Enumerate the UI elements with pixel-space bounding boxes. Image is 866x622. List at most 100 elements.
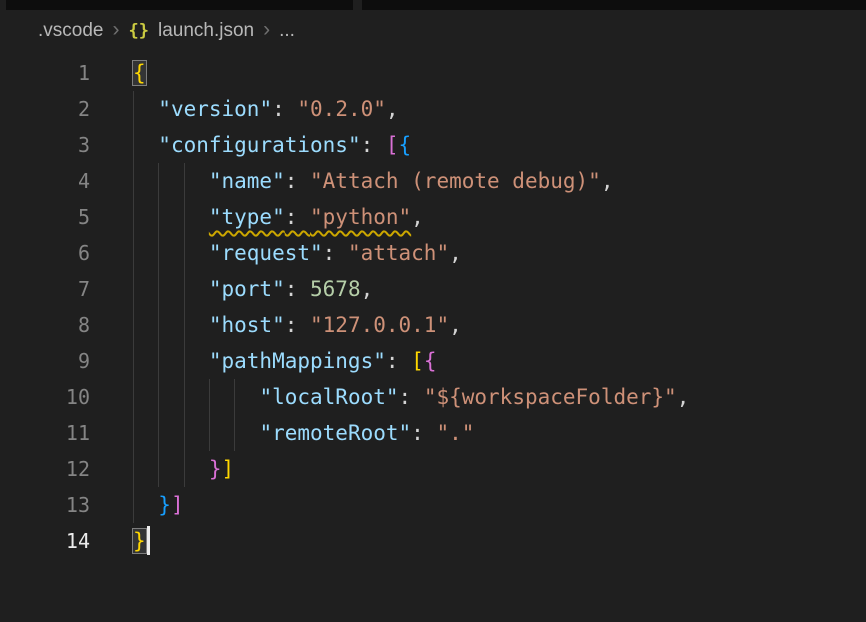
code-token: "configurations" — [158, 133, 360, 157]
breadcrumb-folder[interactable]: .vscode — [38, 20, 103, 42]
code-token: , — [601, 169, 614, 193]
code-token: [ — [411, 349, 424, 373]
code-area[interactable]: 1{2 "version": "0.2.0",3 "configurations… — [0, 55, 866, 559]
indent-guide — [158, 307, 159, 343]
code-line[interactable]: 3 "configurations": [{ — [0, 127, 866, 163]
code-token — [133, 349, 209, 373]
indent-guide — [158, 235, 159, 271]
code-line[interactable]: 1{ — [0, 55, 866, 91]
code-token: 5678 — [310, 277, 361, 301]
indent-guide — [133, 235, 134, 271]
indent-guide — [158, 199, 159, 235]
code-token: , — [386, 97, 399, 121]
indent-guide — [184, 343, 185, 379]
code-token: : — [411, 421, 436, 445]
breadcrumb: .vscode › {} launch.json › ... — [0, 10, 866, 52]
code-token: "pathMappings" — [209, 349, 386, 373]
indent-guide — [184, 271, 185, 307]
code-line[interactable]: 9 "pathMappings": [{ — [0, 343, 866, 379]
breadcrumb-file[interactable]: launch.json — [158, 20, 254, 42]
tab-bar-edge — [0, 0, 866, 10]
code-token: ] — [171, 493, 184, 517]
code-token: : — [386, 349, 411, 373]
indent-guide — [184, 199, 185, 235]
indent-guide — [133, 451, 134, 487]
indent-guide — [184, 379, 185, 415]
code-line[interactable]: 5 "type": "python", — [0, 199, 866, 235]
code-token — [133, 169, 209, 193]
code-token: : — [323, 241, 348, 265]
code-token: "request" — [209, 241, 323, 265]
code-token: "localRoot" — [259, 385, 398, 409]
code-token: "version" — [158, 97, 272, 121]
code-token — [133, 277, 209, 301]
tab-edge-left — [6, 0, 353, 10]
code-token: : — [361, 133, 386, 157]
indent-guide — [133, 271, 134, 307]
code-token: "port" — [209, 277, 285, 301]
code-token: "." — [436, 421, 474, 445]
code-token: : — [272, 97, 297, 121]
line-number[interactable]: 9 — [0, 343, 90, 379]
line-number[interactable]: 13 — [0, 487, 90, 523]
code-token — [133, 385, 259, 409]
code-line[interactable]: 10 "localRoot": "${workspaceFolder}", — [0, 379, 866, 415]
code-token — [133, 97, 158, 121]
breadcrumb-symbol-path[interactable]: ... — [279, 20, 295, 42]
code-line[interactable]: 11 "remoteRoot": "." — [0, 415, 866, 451]
code-token: } — [158, 493, 171, 517]
code-token — [133, 457, 209, 481]
indent-guide — [158, 379, 159, 415]
code-token: , — [361, 277, 374, 301]
line-number[interactable]: 6 — [0, 235, 90, 271]
code-line[interactable]: 7 "port": 5678, — [0, 271, 866, 307]
line-number[interactable]: 2 — [0, 91, 90, 127]
indent-guide — [133, 343, 134, 379]
code-line[interactable]: 12 }] — [0, 451, 866, 487]
line-number[interactable]: 12 — [0, 451, 90, 487]
code-token: "127.0.0.1" — [310, 313, 449, 337]
code-token: : — [285, 313, 310, 337]
line-number[interactable]: 3 — [0, 127, 90, 163]
line-number[interactable]: 8 — [0, 307, 90, 343]
code-token: "type" — [209, 205, 285, 229]
code-token: , — [411, 205, 424, 229]
code-token: } — [209, 457, 222, 481]
code-line[interactable]: 8 "host": "127.0.0.1", — [0, 307, 866, 343]
code-line[interactable]: 6 "request": "attach", — [0, 235, 866, 271]
indent-guide — [133, 163, 134, 199]
code-line[interactable]: 4 "name": "Attach (remote debug)", — [0, 163, 866, 199]
line-number[interactable]: 5 — [0, 199, 90, 235]
line-number[interactable]: 11 — [0, 415, 90, 451]
tab-edge-right — [362, 0, 866, 10]
indent-guide — [133, 127, 134, 163]
code-token: "Attach (remote debug)" — [310, 169, 601, 193]
code-token: { — [424, 349, 437, 373]
line-number[interactable]: 7 — [0, 271, 90, 307]
vscode-editor-window: { "breadcrumb": { "folder": ".vscode", "… — [0, 0, 866, 622]
code-token: ] — [222, 457, 235, 481]
chevron-right-icon: › — [263, 19, 270, 40]
line-number[interactable]: 4 — [0, 163, 90, 199]
code-token: [ — [386, 133, 399, 157]
line-number[interactable]: 1 — [0, 55, 90, 91]
code-token — [133, 493, 158, 517]
code-line[interactable]: 14} — [0, 523, 866, 559]
code-token — [133, 241, 209, 265]
indent-guide — [133, 307, 134, 343]
indent-guide — [184, 163, 185, 199]
code-token: , — [677, 385, 690, 409]
chevron-right-icon: › — [112, 19, 119, 40]
code-line[interactable]: 13 }] — [0, 487, 866, 523]
code-token: "0.2.0" — [297, 97, 386, 121]
line-number[interactable]: 14 — [0, 523, 90, 559]
indent-guide — [133, 199, 134, 235]
indent-guide — [158, 415, 159, 451]
line-number[interactable]: 10 — [0, 379, 90, 415]
code-token: "${workspaceFolder}" — [424, 385, 677, 409]
json-file-icon: {} — [128, 21, 148, 41]
code-token: : — [285, 205, 310, 229]
indent-guide — [133, 415, 134, 451]
code-line[interactable]: 2 "version": "0.2.0", — [0, 91, 866, 127]
code-token: : — [285, 169, 310, 193]
